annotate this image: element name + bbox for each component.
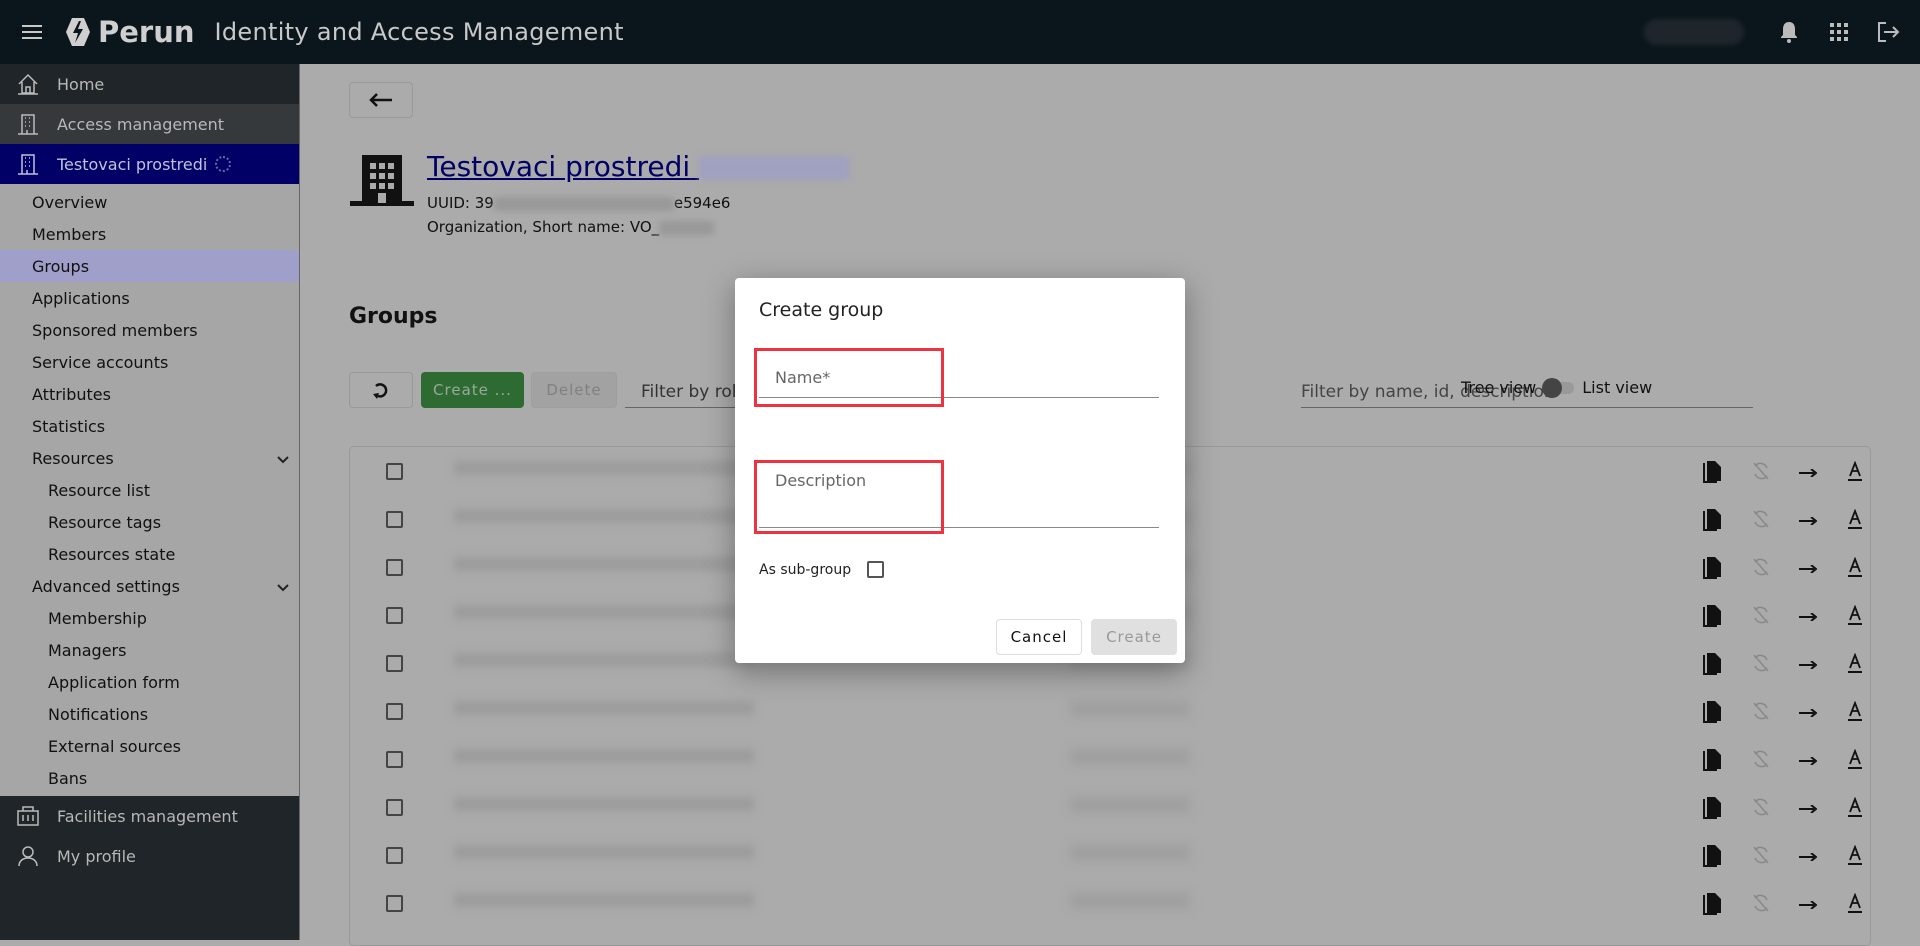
description-input[interactable]	[759, 466, 1159, 527]
subgroup-option: As sub-group	[759, 561, 885, 578]
description-field[interactable]: Description	[759, 466, 1159, 528]
name-field[interactable]: Name*	[759, 356, 1159, 398]
create-group-dialog: Create group Name* Description As sub-gr…	[735, 278, 1185, 663]
dialog-title: Create group	[759, 299, 884, 321]
create-submit-button[interactable]: Create	[1091, 619, 1177, 655]
name-input[interactable]	[759, 356, 1159, 397]
subgroup-checkbox[interactable]	[867, 561, 885, 578]
subgroup-label: As sub-group	[759, 561, 852, 578]
cancel-button[interactable]: Cancel	[996, 619, 1082, 655]
